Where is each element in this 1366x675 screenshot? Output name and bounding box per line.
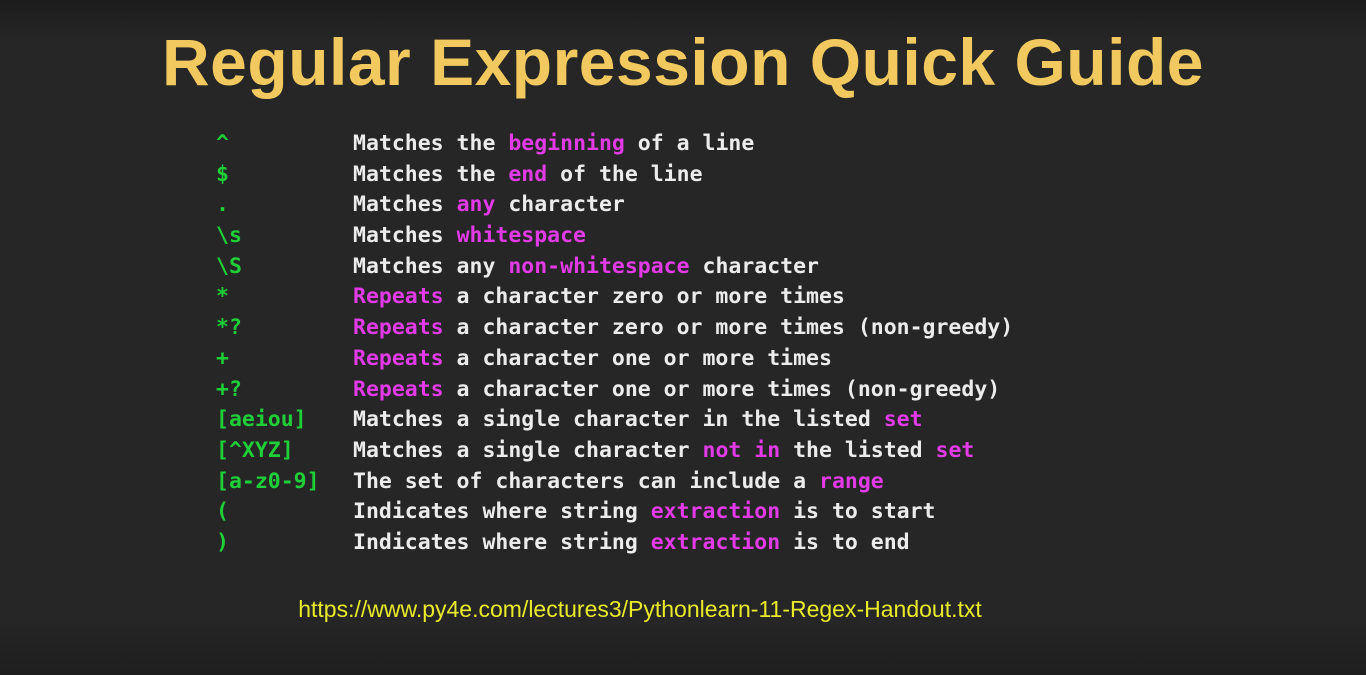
table-row: + Repeats a character one or more times [216, 344, 1176, 375]
regex-description: Repeats a character zero or more times [353, 282, 845, 313]
table-row: . Matches any character [216, 190, 1176, 221]
description-text: Matches a single character [353, 437, 703, 463]
description-text: a character zero or more times [443, 284, 845, 310]
highlighted-term: Repeats [353, 315, 444, 341]
table-row: *? Repeats a character zero or more times… [216, 313, 1176, 344]
highlighted-term: set [935, 437, 975, 463]
description-text: character [495, 192, 625, 218]
table-row: [a-z0-9] The set of characters can includ… [216, 467, 1176, 498]
regex-pattern: \S [216, 253, 242, 279]
table-row: $ Matches the end of the line [216, 160, 1176, 191]
regex-pattern: . [216, 192, 229, 218]
slide: Regular Expression Quick Guide ^ Matches … [0, 0, 1366, 675]
table-row: [aeiou] Matches a single character in the… [216, 405, 1176, 436]
table-row: \s Matches whitespace [216, 221, 1176, 252]
description-text: is to start [780, 499, 936, 525]
description-text: Matches the [353, 131, 509, 156]
regex-pattern: * [216, 284, 229, 310]
handout-link[interactable]: https://www.py4e.com/lectures3/Pythonlea… [0, 592, 1280, 626]
regex-description: Repeats a character one or more times (n… [353, 375, 1000, 406]
regex-description: Matches any character [353, 190, 625, 221]
description-text: Matches the [353, 161, 509, 187]
regex-description: Repeats a character zero or more times (… [353, 313, 1013, 344]
table-row: ^ Matches the beginning of a line [216, 129, 1176, 160]
description-text: Matches any [353, 253, 509, 279]
table-row: ) Indicates where string extraction is to… [216, 528, 1176, 559]
regex-pattern: $ [216, 161, 229, 187]
regex-pattern: [aeiou] [216, 407, 307, 433]
regex-description: Matches a single character in the listed… [353, 405, 923, 436]
description-text: The set of characters can include a [353, 468, 819, 494]
highlighted-term: non-whitespace [508, 253, 690, 279]
highlighted-term: any [456, 192, 496, 218]
highlighted-term: range [819, 468, 884, 494]
regex-description: Matches whitespace [353, 221, 586, 252]
description-text: a character one or more times (non-greed… [443, 376, 1001, 402]
highlighted-term: Repeats [353, 284, 444, 310]
regex-pattern: ^ [216, 131, 229, 156]
regex-pattern: ) [216, 529, 229, 555]
regex-description: Matches a single character not in the li… [353, 436, 974, 467]
description-text: is to end [780, 529, 910, 555]
regex-description: The set of characters can include a rang… [353, 467, 884, 498]
description-text: a character zero or more times (non-gree… [443, 315, 1014, 341]
description-text: character [689, 253, 820, 279]
regex-description: Repeats a character one or more times [353, 344, 832, 375]
regex-description: Matches the end of the line [353, 160, 703, 191]
highlighted-term: end [508, 161, 548, 187]
regex-pattern: \s [216, 223, 242, 249]
description-text: the listed [780, 437, 936, 463]
highlighted-term: Repeats [353, 376, 444, 402]
description-text: Matches a single character in the listed [353, 407, 884, 433]
regex-description: Indicates where string extraction is to … [353, 528, 910, 559]
regex-description: Matches any non-whitespace character [353, 252, 819, 283]
regex-table: ^ Matches the beginning of a line $ Matches… [216, 129, 1176, 559]
table-row: ( Indicates where string extraction is to… [216, 497, 1176, 528]
regex-pattern: +? [216, 376, 242, 402]
description-text: of the line [547, 161, 703, 187]
description-text: of a line [624, 131, 755, 156]
slide-title: Regular Expression Quick Guide [162, 25, 1204, 99]
highlighted-term: not in [702, 437, 781, 463]
highlighted-term: set [883, 407, 923, 433]
regex-pattern: ( [216, 499, 229, 525]
description-text: Indicates where string [353, 529, 651, 555]
table-row: +? Repeats a character one or more times … [216, 375, 1176, 406]
description-text: a character one or more times [443, 345, 832, 371]
table-row: [^XYZ] Matches a single character not in … [216, 436, 1176, 467]
regex-pattern: [^XYZ] [216, 437, 294, 463]
highlighted-term: extraction [650, 529, 781, 555]
description-text: Matches [353, 192, 457, 218]
regex-pattern: *? [216, 315, 242, 341]
regex-description: Matches the beginning of a line [353, 129, 754, 160]
regex-pattern: + [216, 345, 229, 371]
highlighted-term: Repeats [353, 345, 444, 371]
description-text: Indicates where string [353, 499, 651, 525]
regex-description: Indicates where string extraction is to … [353, 497, 936, 528]
description-text: Matches [353, 223, 457, 249]
highlighted-term: extraction [650, 499, 781, 525]
regex-pattern: [a-z0-9] [216, 468, 320, 494]
table-row: * Repeats a character zero or more times [216, 282, 1176, 313]
highlighted-term: whitespace [456, 223, 587, 249]
table-row: \S Matches any non-whitespace character [216, 252, 1176, 283]
highlighted-term: beginning [508, 131, 625, 156]
